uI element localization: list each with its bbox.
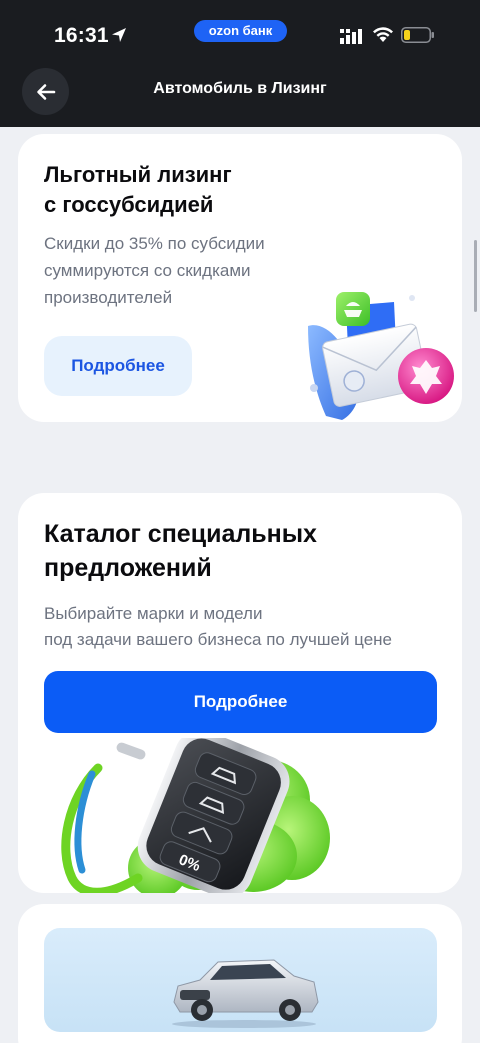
subsidy-title-line-1: Льготный лизинг bbox=[44, 162, 232, 187]
catalog-title-line-2: предложений bbox=[44, 554, 212, 582]
subsidy-title-line-2: с госсубсидией bbox=[44, 192, 214, 217]
location-arrow-icon bbox=[112, 28, 126, 42]
car-key-fob-icon: 0% bbox=[61, 738, 330, 893]
top-bar: 16:31 ozon банк Автомобиль в Лизинг bbox=[0, 0, 480, 127]
subsidy-desc-line-1: Скидки до 35% по субсидии bbox=[44, 234, 265, 253]
subsidy-more-button[interactable]: Подробнее bbox=[44, 336, 192, 396]
catalog-title-line-1: Каталог специальных bbox=[44, 520, 317, 548]
scrollbar[interactable] bbox=[474, 240, 477, 312]
status-time: 16:31 bbox=[54, 24, 109, 47]
subsidy-leasing-card: Льготный лизинг с госсубсидией Скидки до… bbox=[18, 134, 462, 422]
suv-car-icon bbox=[172, 959, 319, 1028]
envelope-with-coat-of-arms-icon bbox=[308, 292, 454, 420]
subsidy-desc-line-2: суммируются со скидками bbox=[44, 261, 251, 280]
page-title: Автомобиль в Лизинг bbox=[153, 80, 327, 97]
special-offers-catalog-card: Каталог специальных предложений Выбирайт… bbox=[18, 493, 462, 893]
catalog-card-title: Каталог специальных предложений bbox=[44, 517, 317, 585]
catalog-card-description: Выбирайте марки и модели под задачи ваше… bbox=[44, 601, 444, 653]
subsidy-card-title: Льготный лизинг с госсубсидией bbox=[44, 160, 232, 220]
catalog-desc-line-2: под задачи вашего бизнеса по лучшей цене bbox=[44, 630, 393, 649]
battery-icon bbox=[401, 27, 434, 43]
brand-pill: ozon банк bbox=[194, 20, 287, 42]
catalog-more-button[interactable]: Подробнее bbox=[44, 671, 437, 733]
cellular-signal-icon bbox=[340, 29, 362, 44]
catalog-desc-line-1: Выбирайте марки и модели bbox=[44, 604, 263, 623]
wifi-icon bbox=[373, 27, 393, 42]
car-promo-card bbox=[18, 904, 462, 1043]
car-promo-banner[interactable] bbox=[44, 928, 437, 1032]
